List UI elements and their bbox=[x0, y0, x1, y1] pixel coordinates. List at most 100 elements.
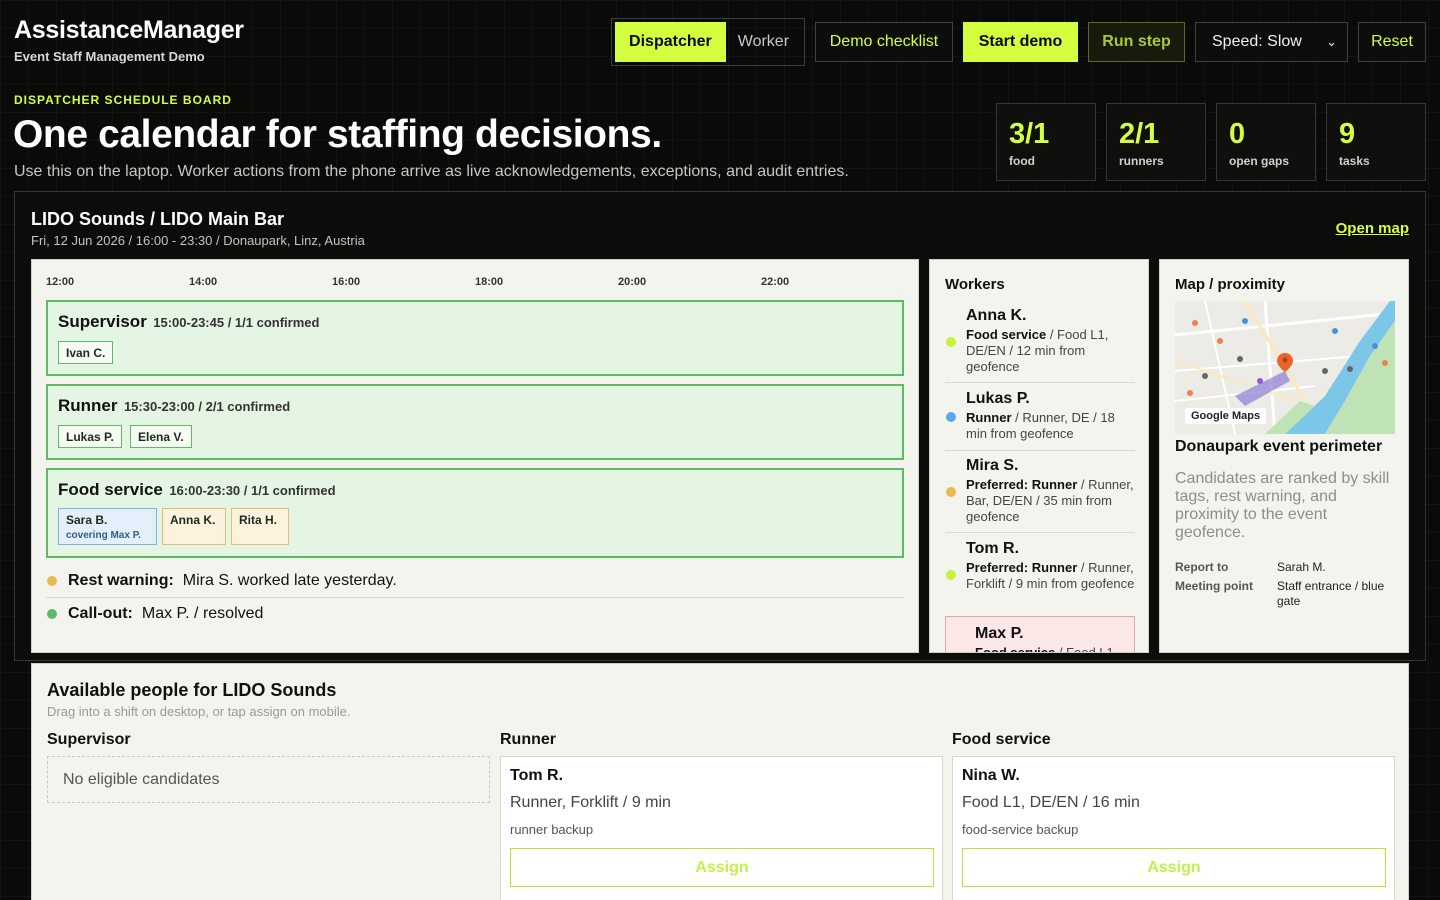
run-step-button[interactable]: Run step bbox=[1088, 22, 1185, 62]
brand: AssistanceManager Event Staff Management… bbox=[14, 16, 244, 64]
shift-time: 15:30-23:00 / 2/1 confirmed bbox=[123, 399, 291, 414]
worker-detail: Food service / Food L1, DE/EN / 12 min f… bbox=[966, 327, 1135, 375]
assign-button[interactable]: Assign bbox=[510, 848, 934, 887]
stat-label: runners bbox=[1119, 154, 1164, 168]
worker-mode-button[interactable]: Worker bbox=[726, 22, 801, 62]
note-label: Call-out: bbox=[68, 605, 133, 622]
app-subtitle: Event Staff Management Demo bbox=[14, 49, 205, 64]
stat-value: 3/1 bbox=[1009, 118, 1050, 150]
stat-label: tasks bbox=[1339, 154, 1370, 168]
time-tick: 18:00 bbox=[475, 276, 504, 288]
report-to-value: Sarah M. bbox=[1277, 560, 1326, 574]
demo-checklist-button[interactable]: Demo checklist bbox=[815, 22, 953, 62]
candidate-detail: Runner, Forklift / 9 min bbox=[510, 794, 671, 811]
time-tick: 16:00 bbox=[332, 276, 361, 288]
worker-item[interactable]: Anna K. Food service / Food L1, DE/EN / … bbox=[945, 307, 1135, 383]
shift-header: Food service 16:00-23:30 / 1/1 confirmed bbox=[58, 480, 336, 500]
divider bbox=[46, 597, 904, 598]
stat-food: 3/1 food bbox=[996, 103, 1096, 181]
workers-heading: Workers bbox=[945, 276, 1005, 293]
worker-info: / Food L1 bbox=[1055, 645, 1114, 653]
map-description: Candidates are ranked by skill tags, res… bbox=[1175, 470, 1390, 541]
meeting-point-label: Meeting point bbox=[1175, 579, 1253, 593]
worker-role: Food service bbox=[975, 645, 1056, 653]
candidate-tag: runner backup bbox=[510, 822, 594, 837]
dispatcher-mode-button[interactable]: Dispatcher bbox=[615, 22, 726, 62]
availability-dot-icon bbox=[946, 487, 956, 497]
worker-name: Anna K. bbox=[966, 307, 1027, 324]
stat-open-gaps: 0 open gaps bbox=[1216, 103, 1316, 181]
assigned-person-chip[interactable]: Elena V. bbox=[130, 425, 192, 448]
rest-warning-note: Rest warning: Mira S. worked late yester… bbox=[46, 566, 904, 596]
status-dot-icon bbox=[47, 609, 57, 619]
assign-button[interactable]: Assign bbox=[962, 848, 1386, 887]
available-people-panel: Available people for LIDO Sounds Drag in… bbox=[31, 663, 1409, 900]
candidate-name: Nina W. bbox=[962, 767, 1020, 784]
worker-name: Lukas P. bbox=[966, 390, 1030, 407]
worker-role: Runner bbox=[966, 410, 1012, 425]
available-title: Available people for LIDO Sounds bbox=[47, 680, 337, 700]
shift-header: Supervisor 15:00-23:45 / 1/1 confirmed bbox=[58, 312, 319, 332]
shift-supervisor[interactable]: Supervisor 15:00-23:45 / 1/1 confirmed I… bbox=[46, 300, 904, 376]
empty-candidates-box: No eligible candidates bbox=[47, 756, 490, 803]
pending-person-chip[interactable]: Rita H. bbox=[231, 508, 289, 545]
app-title: AssistanceManager bbox=[14, 16, 244, 44]
workers-panel: Workers Anna K. Food service / Food L1, … bbox=[929, 259, 1149, 653]
worker-role: Preferred: Runner bbox=[966, 560, 1078, 575]
time-tick: 12:00 bbox=[46, 276, 75, 288]
assigned-person-chip[interactable]: Ivan C. bbox=[58, 341, 114, 364]
google-maps-badge: Google Maps bbox=[1185, 408, 1267, 424]
time-tick: 22:00 bbox=[761, 276, 790, 288]
worker-detail: Preferred: Runner / Runner, Forklift / 9… bbox=[966, 560, 1135, 592]
chip-name: Sara B. bbox=[66, 513, 108, 527]
worker-item[interactable]: Tom R. Preferred: Runner / Runner, Forkl… bbox=[945, 540, 1135, 616]
stat-tasks: 9 tasks bbox=[1326, 103, 1426, 181]
stat-value: 0 bbox=[1229, 118, 1246, 150]
worker-detail: Preferred: Runner / Runner, Bar, DE/EN /… bbox=[966, 477, 1135, 525]
map-panel: Map / proximity Google Maps Donaupark ev… bbox=[1159, 259, 1409, 653]
column-heading-supervisor: Supervisor bbox=[47, 731, 131, 748]
candidate-detail: Food L1, DE/EN / 16 min bbox=[962, 794, 1140, 811]
page-subtitle: Use this on the laptop. Worker actions f… bbox=[14, 163, 849, 180]
time-tick: 14:00 bbox=[189, 276, 218, 288]
shift-runner[interactable]: Runner 15:30-23:00 / 2/1 confirmed Lukas… bbox=[46, 384, 904, 460]
column-heading-runner: Runner bbox=[500, 731, 556, 748]
speed-select[interactable]: Speed: Slow ⌄ bbox=[1195, 22, 1348, 62]
availability-dot-icon bbox=[946, 337, 956, 347]
section-eyebrow: DISPATCHER SCHEDULE BOARD bbox=[14, 93, 232, 107]
open-map-link[interactable]: Open map bbox=[1336, 220, 1409, 237]
shift-name: Supervisor bbox=[58, 312, 147, 331]
stat-value: 9 bbox=[1339, 118, 1356, 150]
map-thumbnail[interactable]: Google Maps bbox=[1175, 301, 1395, 434]
assigned-person-chip[interactable]: Sara B. covering Max P. bbox=[58, 508, 157, 545]
available-subtitle: Drag into a shift on desktop, or tap ass… bbox=[47, 704, 351, 719]
schedule-calendar: 12:00 14:00 16:00 18:00 20:00 22:00 Supe… bbox=[31, 259, 919, 653]
candidate-name: Tom R. bbox=[510, 767, 564, 784]
stat-label: food bbox=[1009, 154, 1035, 168]
column-heading-food-service: Food service bbox=[952, 731, 1051, 748]
stat-value: 2/1 bbox=[1119, 118, 1160, 150]
worker-item[interactable]: Mira S. Preferred: Runner / Runner, Bar,… bbox=[945, 457, 1135, 533]
stat-runners: 2/1 runners bbox=[1106, 103, 1206, 181]
time-tick: 20:00 bbox=[618, 276, 647, 288]
worker-detail: Food service / Food L1 bbox=[975, 645, 1134, 653]
worker-item[interactable]: Lukas P. Runner / Runner, DE / 18 min fr… bbox=[945, 390, 1135, 451]
availability-dot-icon bbox=[946, 412, 956, 422]
shift-name: Food service bbox=[58, 480, 163, 499]
pending-person-chip[interactable]: Anna K. bbox=[162, 508, 226, 545]
map-heading: Map / proximity bbox=[1175, 276, 1286, 293]
event-meta: Fri, 12 Jun 2026 / 16:00 - 23:30 / Donau… bbox=[31, 233, 365, 248]
meeting-point-value: Staff entrance / blue gate bbox=[1277, 579, 1385, 608]
map-caption: Donaupark event perimeter bbox=[1175, 438, 1383, 455]
candidate-card[interactable]: Tom R. Runner, Forklift / 9 min runner b… bbox=[500, 756, 943, 900]
start-demo-button[interactable]: Start demo bbox=[963, 22, 1078, 62]
worker-item-alert[interactable]: Max P. Food service / Food L1 bbox=[945, 616, 1135, 653]
reset-button[interactable]: Reset bbox=[1358, 22, 1426, 62]
candidate-card[interactable]: Nina W. Food L1, DE/EN / 16 min food-ser… bbox=[952, 756, 1395, 900]
worker-role: Food service bbox=[966, 327, 1047, 342]
chip-covering-note: covering Max P. bbox=[66, 530, 141, 541]
page-title: One calendar for staffing decisions. bbox=[13, 113, 662, 156]
assigned-person-chip[interactable]: Lukas P. bbox=[58, 425, 122, 448]
warning-dot-icon bbox=[47, 576, 57, 586]
shift-food-service[interactable]: Food service 16:00-23:30 / 1/1 confirmed… bbox=[46, 468, 904, 558]
